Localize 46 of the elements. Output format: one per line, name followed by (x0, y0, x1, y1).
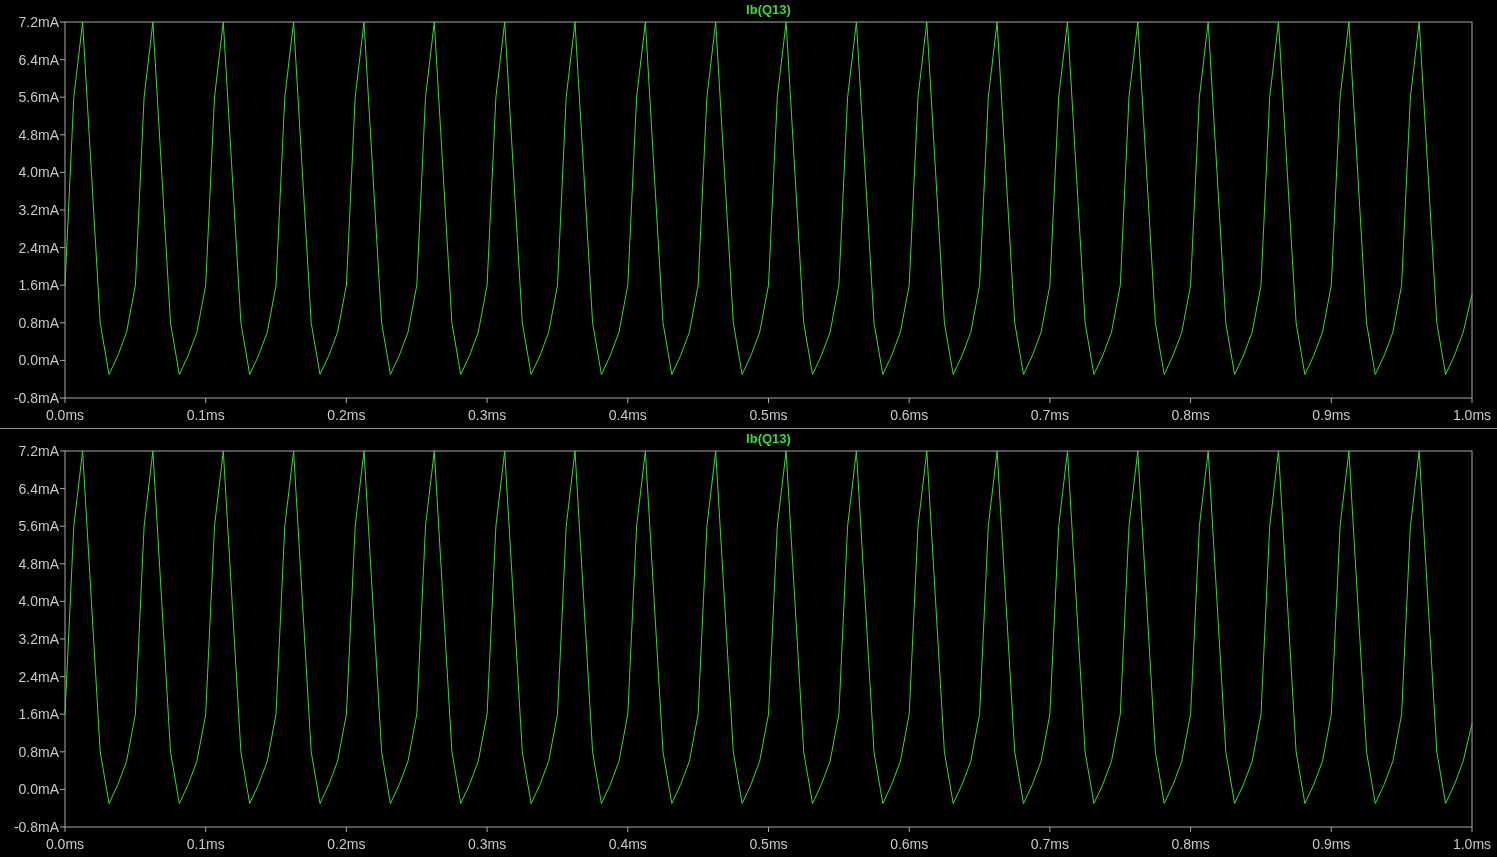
y-tick-label: 2.4mA (18, 239, 59, 256)
y-tick-label: 7.2mA (18, 443, 59, 459)
x-tick-label: 0.0ms (45, 836, 85, 852)
y-tick-label: 1.6mA (18, 706, 59, 723)
y-tick-label: 0.8mA (18, 743, 59, 760)
trace-label: Ib(Q13) (746, 431, 791, 446)
x-tick-label: 0.3ms (468, 836, 507, 852)
x-tick-label: 0.3ms (468, 407, 507, 423)
y-tick-label: 5.6mA (18, 89, 59, 106)
y-tick-label: 5.6mA (18, 518, 59, 535)
y-tick-label: -0.8mA (13, 819, 59, 835)
y-tick-label: 1.6mA (18, 277, 59, 294)
y-tick-label: 6.4mA (18, 480, 59, 497)
x-tick-label: 0.4ms (608, 836, 647, 852)
y-tick-label: 7.2mA (18, 14, 59, 30)
y-tick-label: 0.8mA (18, 314, 59, 331)
x-tick-label: 0.2ms (327, 407, 366, 423)
x-tick-label: 1.0ms (1452, 836, 1492, 852)
x-tick-label: 0.9ms (1312, 407, 1351, 423)
x-tick-label: 0.5ms (749, 407, 788, 423)
x-tick-label: 0.6ms (890, 407, 929, 423)
x-tick-label: 0.6ms (890, 836, 929, 852)
x-tick-label: 0.1ms (186, 407, 225, 423)
y-tick-label: 0.0mA (18, 781, 59, 798)
x-tick-label: 0.7ms (1030, 407, 1069, 423)
y-tick-label: 4.8mA (18, 555, 59, 572)
x-tick-label: 0.7ms (1030, 836, 1069, 852)
trace-label: Ib(Q13) (746, 2, 791, 17)
x-tick-label: 0.4ms (608, 407, 647, 423)
x-tick-label: 0.8ms (1171, 836, 1210, 852)
y-tick-label: 2.4mA (18, 668, 59, 685)
y-tick-label: 4.0mA (18, 164, 59, 181)
y-tick-label: 4.8mA (18, 126, 59, 143)
y-tick-label: 0.0mA (18, 352, 59, 369)
x-tick-label: 0.9ms (1312, 836, 1351, 852)
y-tick-label: 4.0mA (18, 593, 59, 610)
x-tick-label: 0.8ms (1171, 407, 1210, 423)
y-tick-label: 3.2mA (18, 631, 59, 647)
x-tick-label: 0.2ms (327, 836, 366, 852)
x-tick-label: 0.5ms (749, 836, 788, 852)
x-tick-label: 0.0ms (45, 407, 85, 423)
y-tick-label: 6.4mA (18, 51, 59, 68)
y-tick-label: -0.8mA (13, 390, 59, 406)
x-tick-label: 1.0ms (1452, 407, 1492, 423)
y-tick-label: 3.2mA (18, 202, 59, 218)
x-tick-label: 0.1ms (186, 836, 225, 852)
